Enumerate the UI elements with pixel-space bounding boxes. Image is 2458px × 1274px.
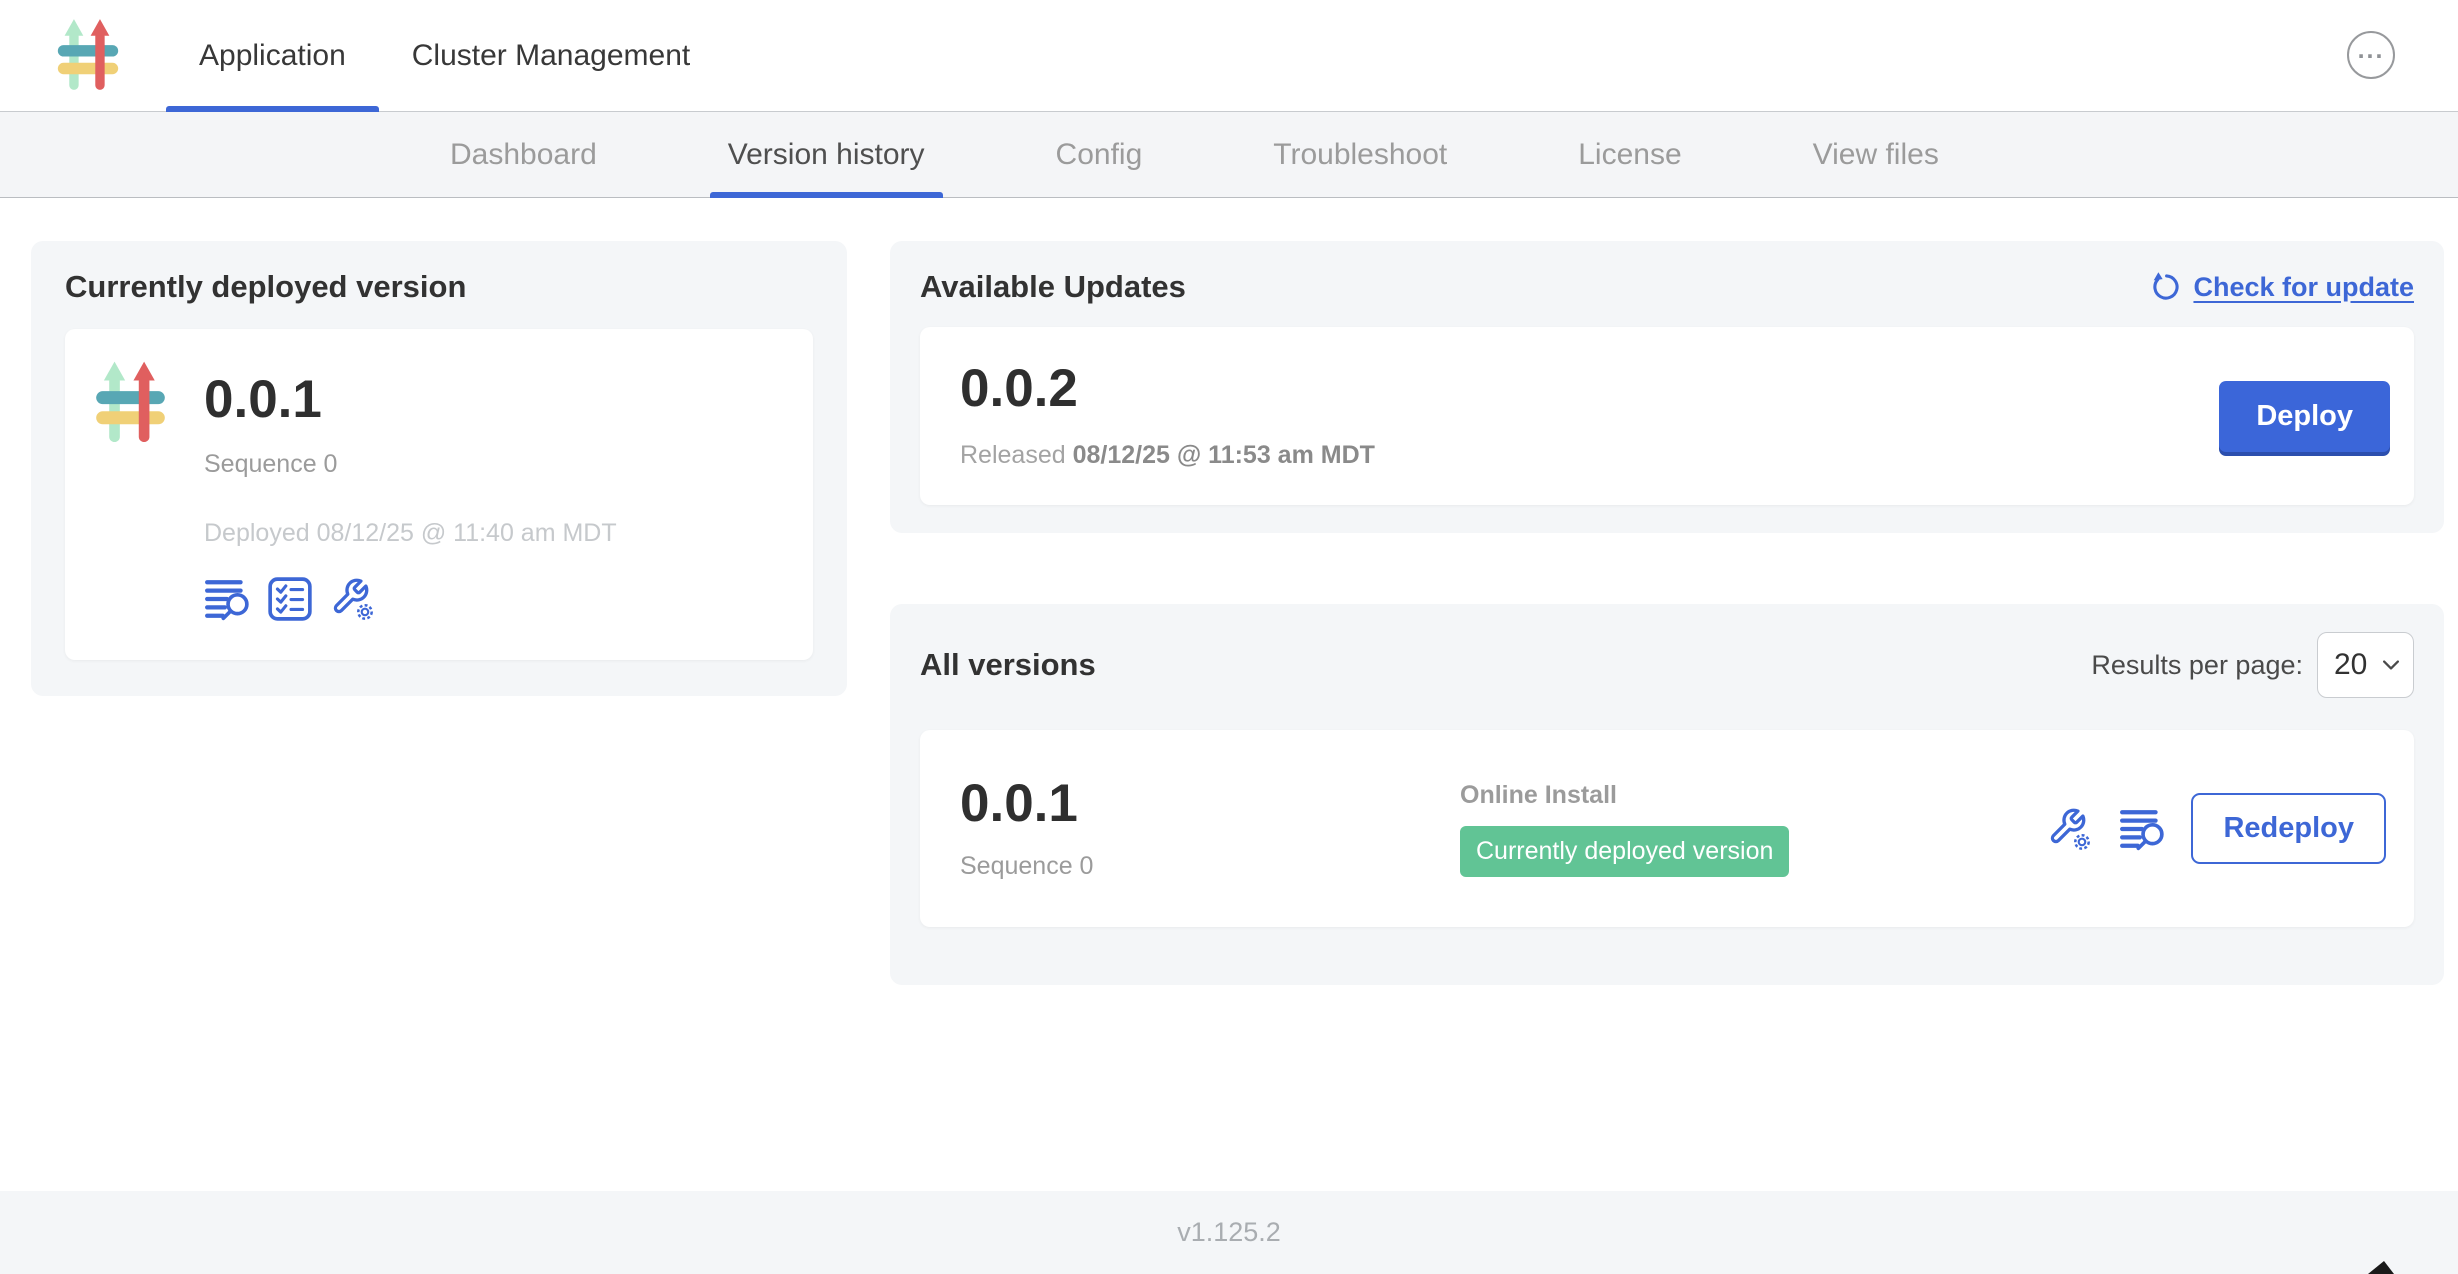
check-for-update-label: Check for update xyxy=(2193,272,2414,303)
redeploy-button[interactable]: Redeploy xyxy=(2191,793,2386,864)
overflow-menu-button[interactable]: ... xyxy=(2347,31,2395,79)
deployed-version-panel: 0.0.1 Sequence 0 Deployed 08/12/25 @ 11:… xyxy=(65,329,813,660)
subnav-item-version-history[interactable]: Version history xyxy=(710,112,943,197)
row-version-block: 0.0.1 Sequence 0 xyxy=(960,777,1460,881)
deployed-version-details: 0.0.1 Sequence 0 Deployed 08/12/25 @ 11:… xyxy=(204,357,617,632)
results-per-page-value: 20 xyxy=(2334,648,2367,682)
update-version-number: 0.0.2 xyxy=(960,362,1375,415)
mouse-cursor xyxy=(2366,1261,2396,1274)
deployed-timestamp: Deployed 08/12/25 @ 11:40 am MDT xyxy=(204,519,617,548)
install-type-label: Online Install xyxy=(1460,781,2047,810)
update-version-block: 0.0.2 Released 08/12/25 @ 11:53 am MDT xyxy=(960,362,1375,470)
preflight-checks-icon[interactable] xyxy=(267,576,313,622)
subnav-item-config[interactable]: Config xyxy=(1038,112,1161,197)
released-date: 08/12/25 @ 11:53 am MDT xyxy=(1073,441,1375,469)
released-prefix: Released xyxy=(960,441,1066,469)
app-logo-icon xyxy=(56,17,120,94)
deploy-button[interactable]: Deploy xyxy=(2219,381,2390,452)
edit-config-icon[interactable] xyxy=(330,576,376,622)
refresh-icon xyxy=(2149,271,2181,303)
available-updates-header: Available Updates Check for update xyxy=(920,269,2414,305)
row-version-number: 0.0.1 xyxy=(960,777,1460,830)
view-diff-icon[interactable] xyxy=(204,576,250,622)
row-status-block: Online Install Currently deployed versio… xyxy=(1460,781,2047,877)
row-sequence: Sequence 0 xyxy=(960,852,1460,881)
app-subnav: Dashboard Version history Config Trouble… xyxy=(0,112,2458,198)
deployed-version-number: 0.0.1 xyxy=(204,373,617,426)
ellipsis-icon: ... xyxy=(2358,38,2385,63)
subnav-item-troubleshoot[interactable]: Troubleshoot xyxy=(1255,112,1465,197)
deployed-sequence: Sequence 0 xyxy=(204,450,617,479)
tab-cluster-management[interactable]: Cluster Management xyxy=(379,0,723,111)
right-column: Available Updates Check for update 0.0.2… xyxy=(890,241,2444,985)
results-per-page-label: Results per page: xyxy=(2091,650,2303,681)
tab-application[interactable]: Application xyxy=(166,0,379,111)
app-footer: v1.125.2 xyxy=(0,1191,2458,1274)
deployed-version-actions xyxy=(204,576,617,622)
available-updates-card: Available Updates Check for update 0.0.2… xyxy=(890,241,2444,533)
header-tabs: Application Cluster Management xyxy=(166,0,723,111)
all-versions-card: All versions Results per page: 20 0.0.1 … xyxy=(890,604,2444,985)
results-per-page-select[interactable]: 20 xyxy=(2317,632,2414,698)
chevron-down-icon xyxy=(2383,660,2399,670)
app-icon xyxy=(95,359,166,447)
subnav-item-view-files[interactable]: View files xyxy=(1795,112,1957,197)
currently-deployed-badge: Currently deployed version xyxy=(1460,826,1789,877)
available-updates-title: Available Updates xyxy=(920,269,1186,305)
subnav-item-license[interactable]: License xyxy=(1560,112,1699,197)
app-header: Application Cluster Management ... xyxy=(0,0,2458,112)
currently-deployed-card: Currently deployed version 0.0.1 Sequenc… xyxy=(31,241,847,696)
results-per-page: Results per page: 20 xyxy=(2091,632,2414,698)
view-diff-icon[interactable] xyxy=(2119,806,2165,852)
check-for-update-link[interactable]: Check for update xyxy=(2149,271,2414,303)
console-version: v1.125.2 xyxy=(1177,1217,1281,1248)
edit-config-icon[interactable] xyxy=(2047,806,2093,852)
row-actions: Redeploy xyxy=(2047,793,2386,864)
update-released-timestamp: Released 08/12/25 @ 11:53 am MDT xyxy=(960,441,1375,470)
subnav-item-dashboard[interactable]: Dashboard xyxy=(432,112,615,197)
currently-deployed-title: Currently deployed version xyxy=(65,269,813,305)
available-update-row: 0.0.2 Released 08/12/25 @ 11:53 am MDT D… xyxy=(920,327,2414,505)
version-row: 0.0.1 Sequence 0 Online Install Currentl… xyxy=(920,730,2414,927)
main-content: Currently deployed version 0.0.1 Sequenc… xyxy=(0,198,2458,985)
all-versions-header: All versions Results per page: 20 xyxy=(920,632,2414,698)
all-versions-title: All versions xyxy=(920,647,1096,683)
